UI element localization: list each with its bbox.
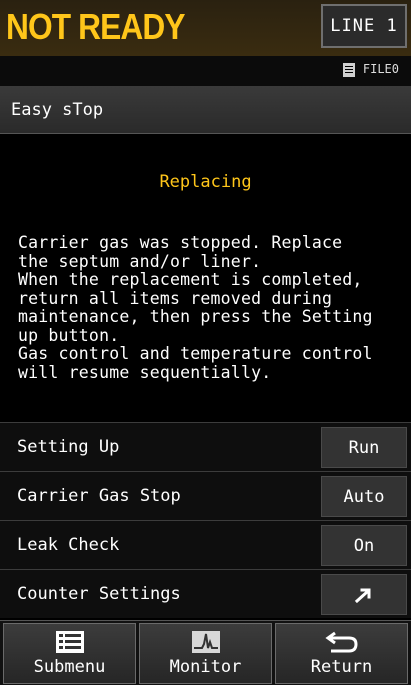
nav-label: Submenu (33, 657, 106, 677)
list-icon (55, 631, 84, 653)
status-bar: NOT READY LINE 1 (0, 0, 411, 56)
return-button[interactable]: Return (275, 623, 408, 684)
instruction-message: Carrier gas was stopped. Replace the sep… (18, 233, 373, 382)
row-counter-settings: Counter Settings (0, 569, 411, 618)
row-label: Carrier Gas Stop (17, 486, 181, 506)
nav-label: Return (310, 657, 373, 677)
nav-label: Monitor (169, 657, 242, 677)
row-setting-up: Setting Up Run (0, 422, 411, 471)
file-label: FILE0 (362, 62, 399, 76)
page-title: Easy sTop (11, 100, 104, 120)
arrow-icon (354, 588, 371, 603)
setting-up-run-button[interactable]: Run (321, 427, 407, 468)
leak-check-button[interactable]: On (321, 525, 407, 566)
row-leak-check: Leak Check On (0, 520, 411, 569)
bottom-nav: Submenu Monitor Return (0, 620, 411, 685)
monitor-icon (191, 631, 220, 653)
return-icon (324, 631, 358, 653)
file-row: FILE0 (0, 56, 411, 86)
line-select-button[interactable]: LINE 1 (321, 4, 407, 48)
counter-settings-button[interactable] (321, 574, 407, 615)
carrier-gas-stop-button[interactable]: Auto (321, 476, 407, 517)
row-label: Setting Up (17, 437, 120, 457)
section-header: Easy sTop (0, 86, 411, 134)
row-label: Counter Settings (17, 584, 181, 604)
settings-list: Setting Up Run Carrier Gas Stop Auto Lea… (0, 422, 411, 618)
row-carrier-gas-stop: Carrier Gas Stop Auto (0, 471, 411, 520)
row-label: Leak Check (17, 535, 120, 555)
status-heading: Replacing (159, 172, 252, 192)
content-panel: Replacing Carrier gas was stopped. Repla… (0, 134, 411, 422)
status-text: NOT READY (6, 6, 186, 47)
submenu-button[interactable]: Submenu (3, 623, 136, 684)
monitor-button[interactable]: Monitor (139, 623, 272, 684)
file-icon (343, 63, 355, 77)
